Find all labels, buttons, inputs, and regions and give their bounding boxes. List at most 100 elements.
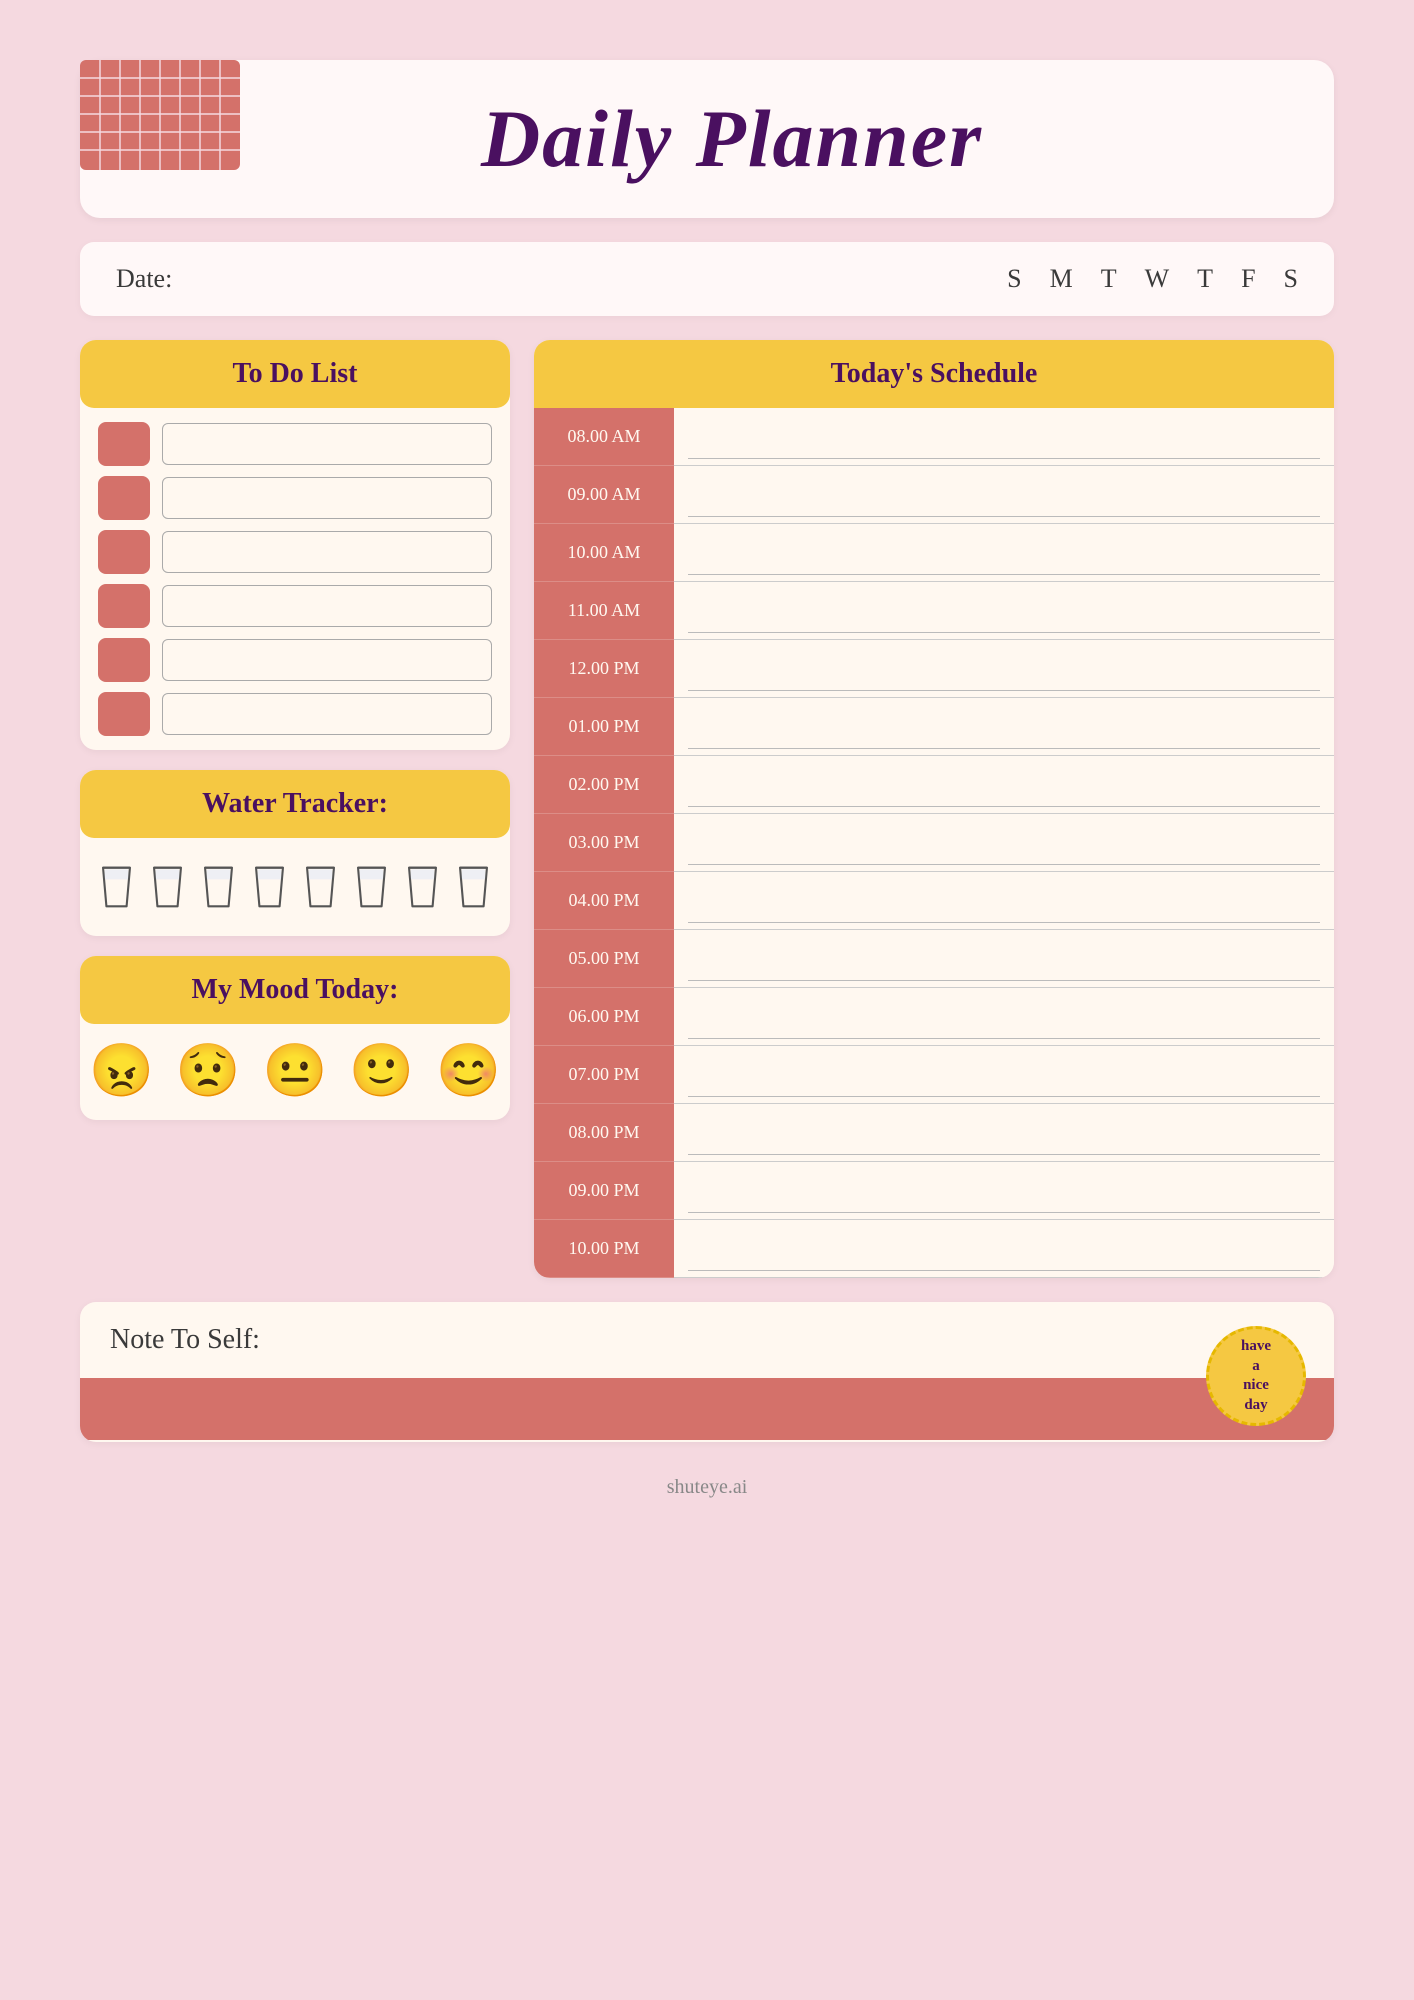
footer-text: shuteye.ai — [667, 1476, 748, 1498]
event-slot-1[interactable] — [674, 408, 1334, 466]
mood-header: My Mood Today: — [80, 956, 510, 1024]
mood-sad[interactable]: 😟 — [176, 1046, 241, 1098]
event-slot-10[interactable] — [674, 930, 1334, 988]
todo-section: To Do List — [80, 340, 510, 750]
day-sun: S — [1007, 264, 1021, 294]
note-section: Note To Self: haveaniceday — [80, 1302, 1334, 1442]
todo-checkbox-1[interactable] — [98, 422, 150, 466]
note-writing-area[interactable] — [80, 1378, 1334, 1440]
page: Daily Planner Date: S M T W T F S To Do … — [80, 60, 1334, 1519]
water-cup-3[interactable] — [200, 860, 237, 914]
water-header: Water Tracker: — [80, 770, 510, 838]
todo-line-5[interactable] — [162, 639, 492, 681]
todo-line-1[interactable] — [162, 423, 492, 465]
day-wed: W — [1145, 264, 1170, 294]
todo-item-2 — [98, 476, 492, 520]
water-cup-1[interactable] — [98, 860, 135, 914]
todo-checkbox-6[interactable] — [98, 692, 150, 736]
mood-emojis: 😠 😟 😐 🙂 😊 — [80, 1024, 510, 1120]
day-tue: T — [1101, 264, 1117, 294]
mood-happy[interactable]: 🙂 — [349, 1046, 414, 1098]
time-slot-11: 06.00 PM — [534, 988, 674, 1046]
time-slot-3: 10.00 AM — [534, 524, 674, 582]
day-thu: T — [1197, 264, 1213, 294]
header-card: Daily Planner — [80, 60, 1334, 218]
event-slot-7[interactable] — [674, 756, 1334, 814]
schedule-header: Today's Schedule — [534, 340, 1334, 408]
todo-item-1 — [98, 422, 492, 466]
time-slot-15: 10.00 PM — [534, 1220, 674, 1278]
todo-line-4[interactable] — [162, 585, 492, 627]
time-slot-7: 02.00 PM — [534, 756, 674, 814]
event-slot-6[interactable] — [674, 698, 1334, 756]
footer: shuteye.ai — [80, 1466, 1334, 1519]
water-header-text: Water Tracker: — [202, 788, 388, 819]
water-cup-7[interactable] — [404, 860, 441, 914]
time-slot-1: 08.00 AM — [534, 408, 674, 466]
day-sat: S — [1284, 264, 1298, 294]
time-slot-13: 08.00 PM — [534, 1104, 674, 1162]
mood-neutral[interactable]: 😐 — [263, 1046, 328, 1098]
mood-very-happy[interactable]: 😊 — [436, 1046, 501, 1098]
event-slot-11[interactable] — [674, 988, 1334, 1046]
time-slot-10: 05.00 PM — [534, 930, 674, 988]
grid-decoration — [80, 60, 240, 170]
todo-line-2[interactable] — [162, 477, 492, 519]
event-slot-2[interactable] — [674, 466, 1334, 524]
date-label: Date: — [116, 264, 172, 294]
event-slot-5[interactable] — [674, 640, 1334, 698]
water-cup-5[interactable] — [302, 860, 339, 914]
water-cup-8[interactable] — [455, 860, 492, 914]
todo-items — [80, 408, 510, 750]
mood-header-text: My Mood Today: — [192, 974, 399, 1005]
todo-line-3[interactable] — [162, 531, 492, 573]
mood-angry[interactable]: 😠 — [89, 1046, 154, 1098]
time-slot-8: 03.00 PM — [534, 814, 674, 872]
date-row: Date: S M T W T F S — [80, 242, 1334, 316]
schedule-body: 08.00 AM 09.00 AM 10.00 AM 11.00 AM 12.0… — [534, 408, 1334, 1278]
todo-item-5 — [98, 638, 492, 682]
time-slot-9: 04.00 PM — [534, 872, 674, 930]
mood-section: My Mood Today: 😠 😟 😐 🙂 😊 — [80, 956, 510, 1120]
time-slot-5: 12.00 PM — [534, 640, 674, 698]
todo-checkbox-5[interactable] — [98, 638, 150, 682]
nice-day-badge: haveaniceday — [1206, 1326, 1306, 1426]
events-column — [674, 408, 1334, 1278]
time-slot-4: 11.00 AM — [534, 582, 674, 640]
event-slot-4[interactable] — [674, 582, 1334, 640]
todo-item-3 — [98, 530, 492, 574]
time-slot-12: 07.00 PM — [534, 1046, 674, 1104]
event-slot-13[interactable] — [674, 1104, 1334, 1162]
time-slot-6: 01.00 PM — [534, 698, 674, 756]
water-cups — [80, 838, 510, 936]
event-slot-15[interactable] — [674, 1220, 1334, 1278]
left-column: To Do List — [80, 340, 510, 1120]
water-cup-6[interactable] — [353, 860, 390, 914]
event-slot-12[interactable] — [674, 1046, 1334, 1104]
event-slot-8[interactable] — [674, 814, 1334, 872]
event-slot-14[interactable] — [674, 1162, 1334, 1220]
nice-day-text: haveaniceday — [1241, 1337, 1271, 1415]
todo-header: To Do List — [80, 340, 510, 408]
todo-line-6[interactable] — [162, 693, 492, 735]
event-slot-9[interactable] — [674, 872, 1334, 930]
note-label: Note To Self: — [80, 1302, 1334, 1378]
todo-header-text: To Do List — [232, 358, 357, 389]
time-slot-14: 09.00 PM — [534, 1162, 674, 1220]
day-fri: F — [1241, 264, 1255, 294]
days-row: S M T W T F S — [1007, 264, 1298, 294]
schedule-section: Today's Schedule 08.00 AM 09.00 AM 10.00… — [534, 340, 1334, 1278]
page-title: Daily Planner — [180, 90, 1284, 188]
water-cup-2[interactable] — [149, 860, 186, 914]
time-slot-2: 09.00 AM — [534, 466, 674, 524]
event-slot-3[interactable] — [674, 524, 1334, 582]
time-column: 08.00 AM 09.00 AM 10.00 AM 11.00 AM 12.0… — [534, 408, 674, 1278]
todo-checkbox-4[interactable] — [98, 584, 150, 628]
todo-item-6 — [98, 692, 492, 736]
schedule-header-text: Today's Schedule — [831, 358, 1038, 389]
water-cup-4[interactable] — [251, 860, 288, 914]
todo-checkbox-2[interactable] — [98, 476, 150, 520]
main-content: To Do List — [80, 340, 1334, 1278]
todo-item-4 — [98, 584, 492, 628]
todo-checkbox-3[interactable] — [98, 530, 150, 574]
